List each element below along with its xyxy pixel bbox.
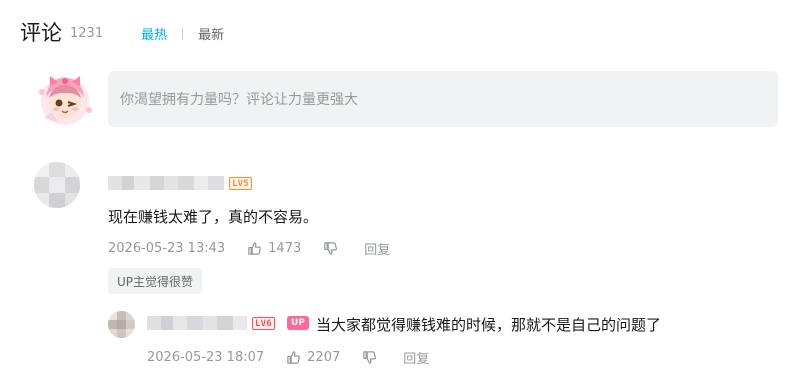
thumbs-down-icon xyxy=(324,242,338,255)
up-liked-tag: UP主觉得很赞 xyxy=(108,268,203,294)
reply-button[interactable]: 回复 xyxy=(364,239,390,258)
up-tag: UP xyxy=(287,316,309,330)
reply-text: 当大家都觉得赚钱难的时候，那就不是自己的问题了 xyxy=(316,316,662,334)
comment-input[interactable]: 你渴望拥有力量吗？评论让力量更强大 xyxy=(108,71,778,127)
comment-text: 现在赚钱太难了，真的不容易。 xyxy=(108,208,319,226)
comment-meta: 2026-05-23 13:43 1473 回复 xyxy=(108,239,390,258)
reply-like-button[interactable]: 2207 xyxy=(286,350,340,365)
sort-divider xyxy=(182,27,184,39)
reply-dislike-button[interactable] xyxy=(362,350,377,365)
thumbs-down-icon xyxy=(363,351,377,364)
dislike-button[interactable] xyxy=(323,241,338,256)
reply-time: 2026-05-23 18:07 xyxy=(147,350,265,365)
commenter-avatar[interactable] xyxy=(34,162,80,208)
reply-meta: 2026-05-23 18:07 2207 回复 xyxy=(147,348,429,367)
comments-count: 1231 xyxy=(70,26,104,41)
like-count: 1473 xyxy=(268,241,302,256)
commenter-username[interactable] xyxy=(108,176,224,190)
sort-hot-tab[interactable]: 最热 xyxy=(141,24,167,43)
comment-input-placeholder: 你渴望拥有力量吗？评论让力量更强大 xyxy=(120,92,358,108)
sort-tabs: 最热 最新 xyxy=(141,24,224,43)
thumbs-up-icon xyxy=(287,351,301,364)
sort-new-tab[interactable]: 最新 xyxy=(198,24,224,43)
user-avatar[interactable] xyxy=(34,68,96,130)
thumbs-up-icon xyxy=(248,242,262,255)
up-liked-label: UP主觉得很赞 xyxy=(117,274,194,289)
comments-title: 评论 xyxy=(20,21,62,45)
reply-like-count: 2207 xyxy=(307,350,341,365)
comment-time: 2026-05-23 13:43 xyxy=(108,241,226,256)
level-badge: LV5 xyxy=(229,177,252,190)
reply-avatar[interactable] xyxy=(108,311,135,338)
comments-header: 评论 1231 最热 最新 xyxy=(20,19,224,45)
reply-reply-button[interactable]: 回复 xyxy=(403,348,429,367)
like-button[interactable]: 1473 xyxy=(247,241,301,256)
reply-level-badge: LV6 xyxy=(252,317,275,330)
reply-username[interactable] xyxy=(147,316,247,330)
